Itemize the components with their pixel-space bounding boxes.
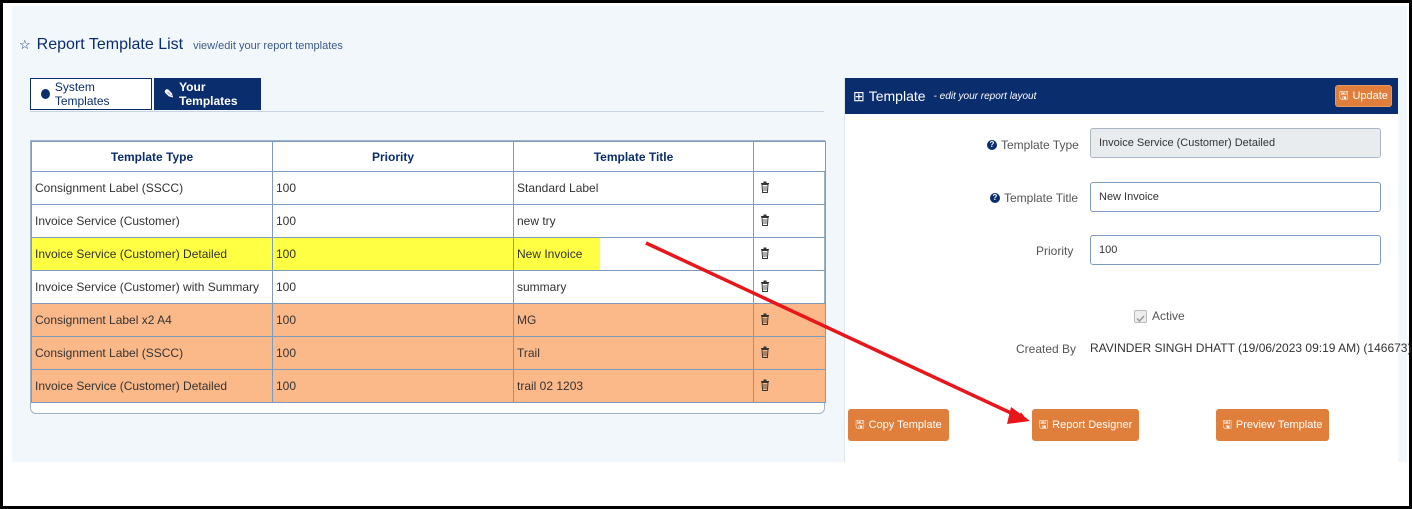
- annotation-arrow: [645, 241, 1030, 424]
